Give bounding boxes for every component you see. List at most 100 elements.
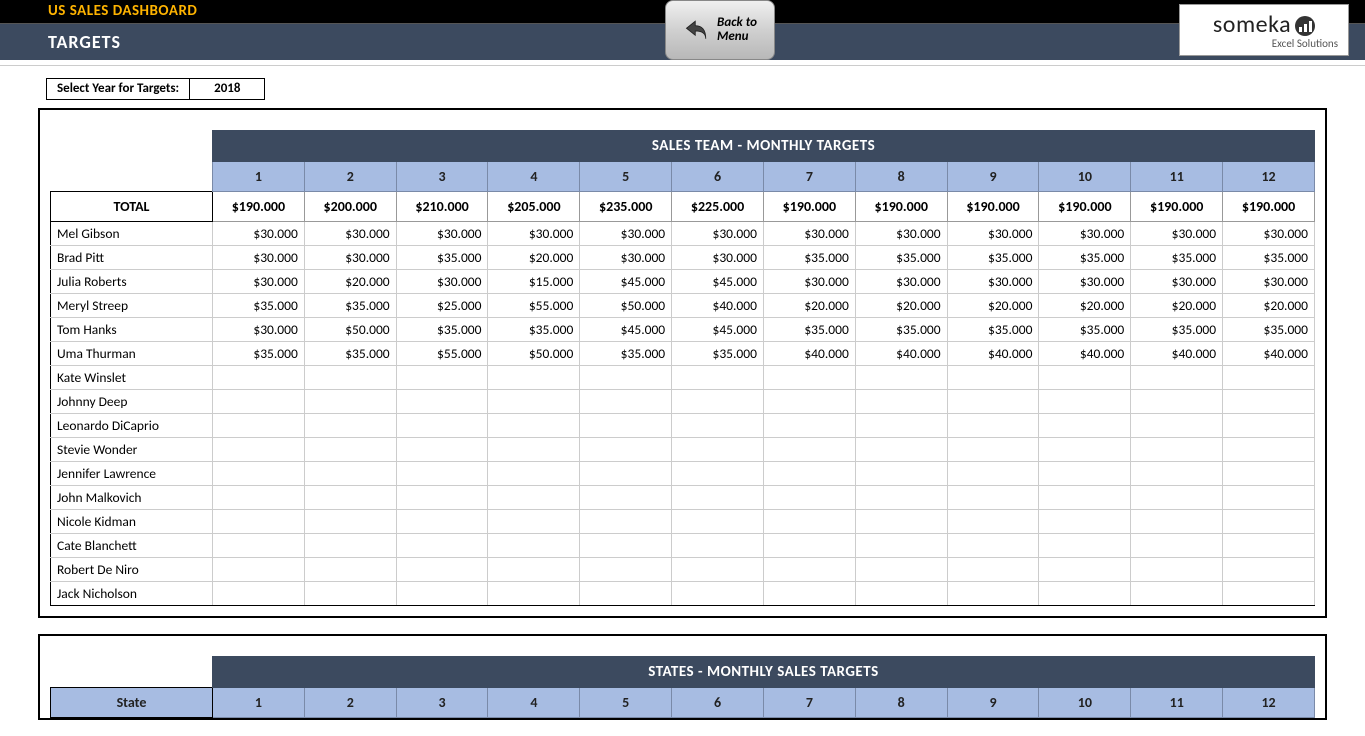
target-cell[interactable] xyxy=(396,462,488,486)
target-cell[interactable]: $30.000 xyxy=(1131,270,1223,294)
target-cell[interactable]: $35.000 xyxy=(763,318,855,342)
target-cell[interactable] xyxy=(304,534,396,558)
target-cell[interactable] xyxy=(1039,462,1131,486)
target-cell[interactable]: $30.000 xyxy=(213,318,305,342)
target-cell[interactable]: $35.000 xyxy=(947,318,1039,342)
target-cell[interactable] xyxy=(488,486,580,510)
target-cell[interactable]: $55.000 xyxy=(488,294,580,318)
target-cell[interactable]: $30.000 xyxy=(1223,222,1315,246)
target-cell[interactable] xyxy=(304,582,396,606)
target-cell[interactable] xyxy=(213,462,305,486)
target-cell[interactable] xyxy=(1131,510,1223,534)
target-cell[interactable] xyxy=(304,414,396,438)
target-cell[interactable] xyxy=(763,438,855,462)
target-cell[interactable]: $35.000 xyxy=(1223,318,1315,342)
target-cell[interactable] xyxy=(1131,582,1223,606)
target-cell[interactable] xyxy=(763,510,855,534)
target-cell[interactable] xyxy=(672,462,764,486)
target-cell[interactable]: $40.000 xyxy=(672,294,764,318)
target-cell[interactable]: $35.000 xyxy=(1131,318,1223,342)
target-cell[interactable]: $20.000 xyxy=(763,294,855,318)
target-cell[interactable] xyxy=(947,366,1039,390)
target-cell[interactable] xyxy=(580,534,672,558)
target-cell[interactable]: $35.000 xyxy=(672,342,764,366)
target-cell[interactable] xyxy=(213,390,305,414)
target-cell[interactable]: $20.000 xyxy=(488,246,580,270)
target-cell[interactable]: $30.000 xyxy=(947,270,1039,294)
target-cell[interactable] xyxy=(213,582,305,606)
target-cell[interactable]: $35.000 xyxy=(213,294,305,318)
target-cell[interactable] xyxy=(763,462,855,486)
target-cell[interactable] xyxy=(213,534,305,558)
target-cell[interactable]: $20.000 xyxy=(855,294,947,318)
target-cell[interactable]: $35.000 xyxy=(304,342,396,366)
target-cell[interactable]: $40.000 xyxy=(763,342,855,366)
target-cell[interactable]: $20.000 xyxy=(1039,294,1131,318)
target-cell[interactable] xyxy=(488,366,580,390)
target-cell[interactable] xyxy=(304,462,396,486)
target-cell[interactable] xyxy=(763,414,855,438)
target-cell[interactable] xyxy=(396,414,488,438)
target-cell[interactable] xyxy=(1131,534,1223,558)
target-cell[interactable] xyxy=(396,486,488,510)
target-cell[interactable] xyxy=(855,366,947,390)
target-cell[interactable] xyxy=(855,558,947,582)
target-cell[interactable] xyxy=(855,582,947,606)
target-cell[interactable] xyxy=(1223,366,1315,390)
target-cell[interactable] xyxy=(488,462,580,486)
target-cell[interactable]: $45.000 xyxy=(672,270,764,294)
target-cell[interactable] xyxy=(855,486,947,510)
target-cell[interactable] xyxy=(1223,510,1315,534)
target-cell[interactable]: $30.000 xyxy=(580,246,672,270)
target-cell[interactable] xyxy=(672,438,764,462)
target-cell[interactable] xyxy=(763,534,855,558)
target-cell[interactable] xyxy=(672,414,764,438)
target-cell[interactable] xyxy=(580,462,672,486)
target-cell[interactable]: $30.000 xyxy=(855,222,947,246)
target-cell[interactable]: $30.000 xyxy=(672,222,764,246)
target-cell[interactable] xyxy=(488,438,580,462)
target-cell[interactable] xyxy=(304,558,396,582)
target-cell[interactable]: $50.000 xyxy=(488,342,580,366)
target-cell[interactable]: $30.000 xyxy=(763,270,855,294)
target-cell[interactable] xyxy=(763,486,855,510)
target-cell[interactable] xyxy=(855,414,947,438)
target-cell[interactable]: $40.000 xyxy=(1039,342,1131,366)
target-cell[interactable]: $40.000 xyxy=(1131,342,1223,366)
target-cell[interactable] xyxy=(488,510,580,534)
target-cell[interactable] xyxy=(580,510,672,534)
target-cell[interactable] xyxy=(1039,510,1131,534)
target-cell[interactable] xyxy=(1223,534,1315,558)
target-cell[interactable] xyxy=(1223,486,1315,510)
target-cell[interactable] xyxy=(1131,390,1223,414)
target-cell[interactable]: $30.000 xyxy=(304,246,396,270)
target-cell[interactable] xyxy=(396,558,488,582)
target-cell[interactable] xyxy=(304,438,396,462)
target-cell[interactable] xyxy=(1039,438,1131,462)
target-cell[interactable] xyxy=(580,414,672,438)
target-cell[interactable]: $35.000 xyxy=(396,318,488,342)
target-cell[interactable] xyxy=(1131,366,1223,390)
target-cell[interactable] xyxy=(855,462,947,486)
target-cell[interactable] xyxy=(1039,390,1131,414)
target-cell[interactable] xyxy=(488,534,580,558)
target-cell[interactable] xyxy=(947,558,1039,582)
target-cell[interactable] xyxy=(396,534,488,558)
target-cell[interactable] xyxy=(1223,558,1315,582)
target-cell[interactable]: $15.000 xyxy=(488,270,580,294)
target-cell[interactable] xyxy=(488,414,580,438)
target-cell[interactable] xyxy=(1223,582,1315,606)
target-cell[interactable] xyxy=(488,390,580,414)
target-cell[interactable]: $30.000 xyxy=(396,270,488,294)
target-cell[interactable] xyxy=(947,438,1039,462)
target-cell[interactable]: $35.000 xyxy=(855,318,947,342)
target-cell[interactable] xyxy=(396,510,488,534)
target-cell[interactable] xyxy=(580,558,672,582)
target-cell[interactable] xyxy=(213,414,305,438)
target-cell[interactable] xyxy=(1223,462,1315,486)
target-cell[interactable]: $35.000 xyxy=(396,246,488,270)
target-cell[interactable]: $30.000 xyxy=(763,222,855,246)
target-cell[interactable] xyxy=(1039,582,1131,606)
target-cell[interactable]: $55.000 xyxy=(396,342,488,366)
target-cell[interactable]: $35.000 xyxy=(855,246,947,270)
